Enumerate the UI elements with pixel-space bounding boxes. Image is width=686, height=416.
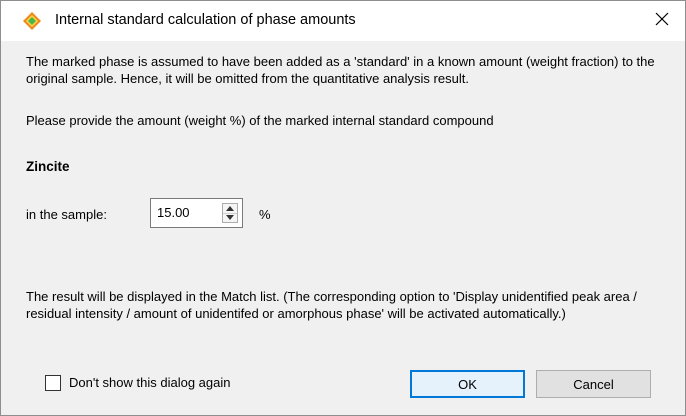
dialog-window: Internal standard calculation of phase a… xyxy=(0,0,686,416)
ok-button[interactable]: OK xyxy=(410,370,525,398)
close-button[interactable] xyxy=(639,1,685,41)
close-icon xyxy=(655,12,669,31)
unit-label: % xyxy=(259,207,271,222)
spin-down-button[interactable] xyxy=(223,213,237,222)
dialog-body: The marked phase is assumed to have been… xyxy=(1,41,685,415)
caret-down-icon xyxy=(226,215,234,220)
window-title: Internal standard calculation of phase a… xyxy=(55,12,356,28)
spin-buttons xyxy=(222,203,238,223)
dont-show-again-label[interactable]: Don't show this dialog again xyxy=(69,375,230,390)
amount-value[interactable]: 15.00 xyxy=(157,205,190,220)
cancel-button[interactable]: Cancel xyxy=(536,370,651,398)
title-bar[interactable]: Internal standard calculation of phase a… xyxy=(1,1,685,41)
diamond-app-icon xyxy=(23,12,41,30)
sample-amount-label: in the sample: xyxy=(26,207,107,222)
description-text: The marked phase is assumed to have been… xyxy=(26,54,655,86)
amount-spinbox[interactable]: 15.00 xyxy=(150,198,243,228)
caret-up-icon xyxy=(226,206,234,211)
compound-name: Zincite xyxy=(26,159,70,174)
result-note-text: The result will be displayed in the Matc… xyxy=(26,289,637,321)
prompt-text: Please provide the amount (weight %) of … xyxy=(26,113,494,128)
checkbox-box[interactable] xyxy=(45,375,61,391)
